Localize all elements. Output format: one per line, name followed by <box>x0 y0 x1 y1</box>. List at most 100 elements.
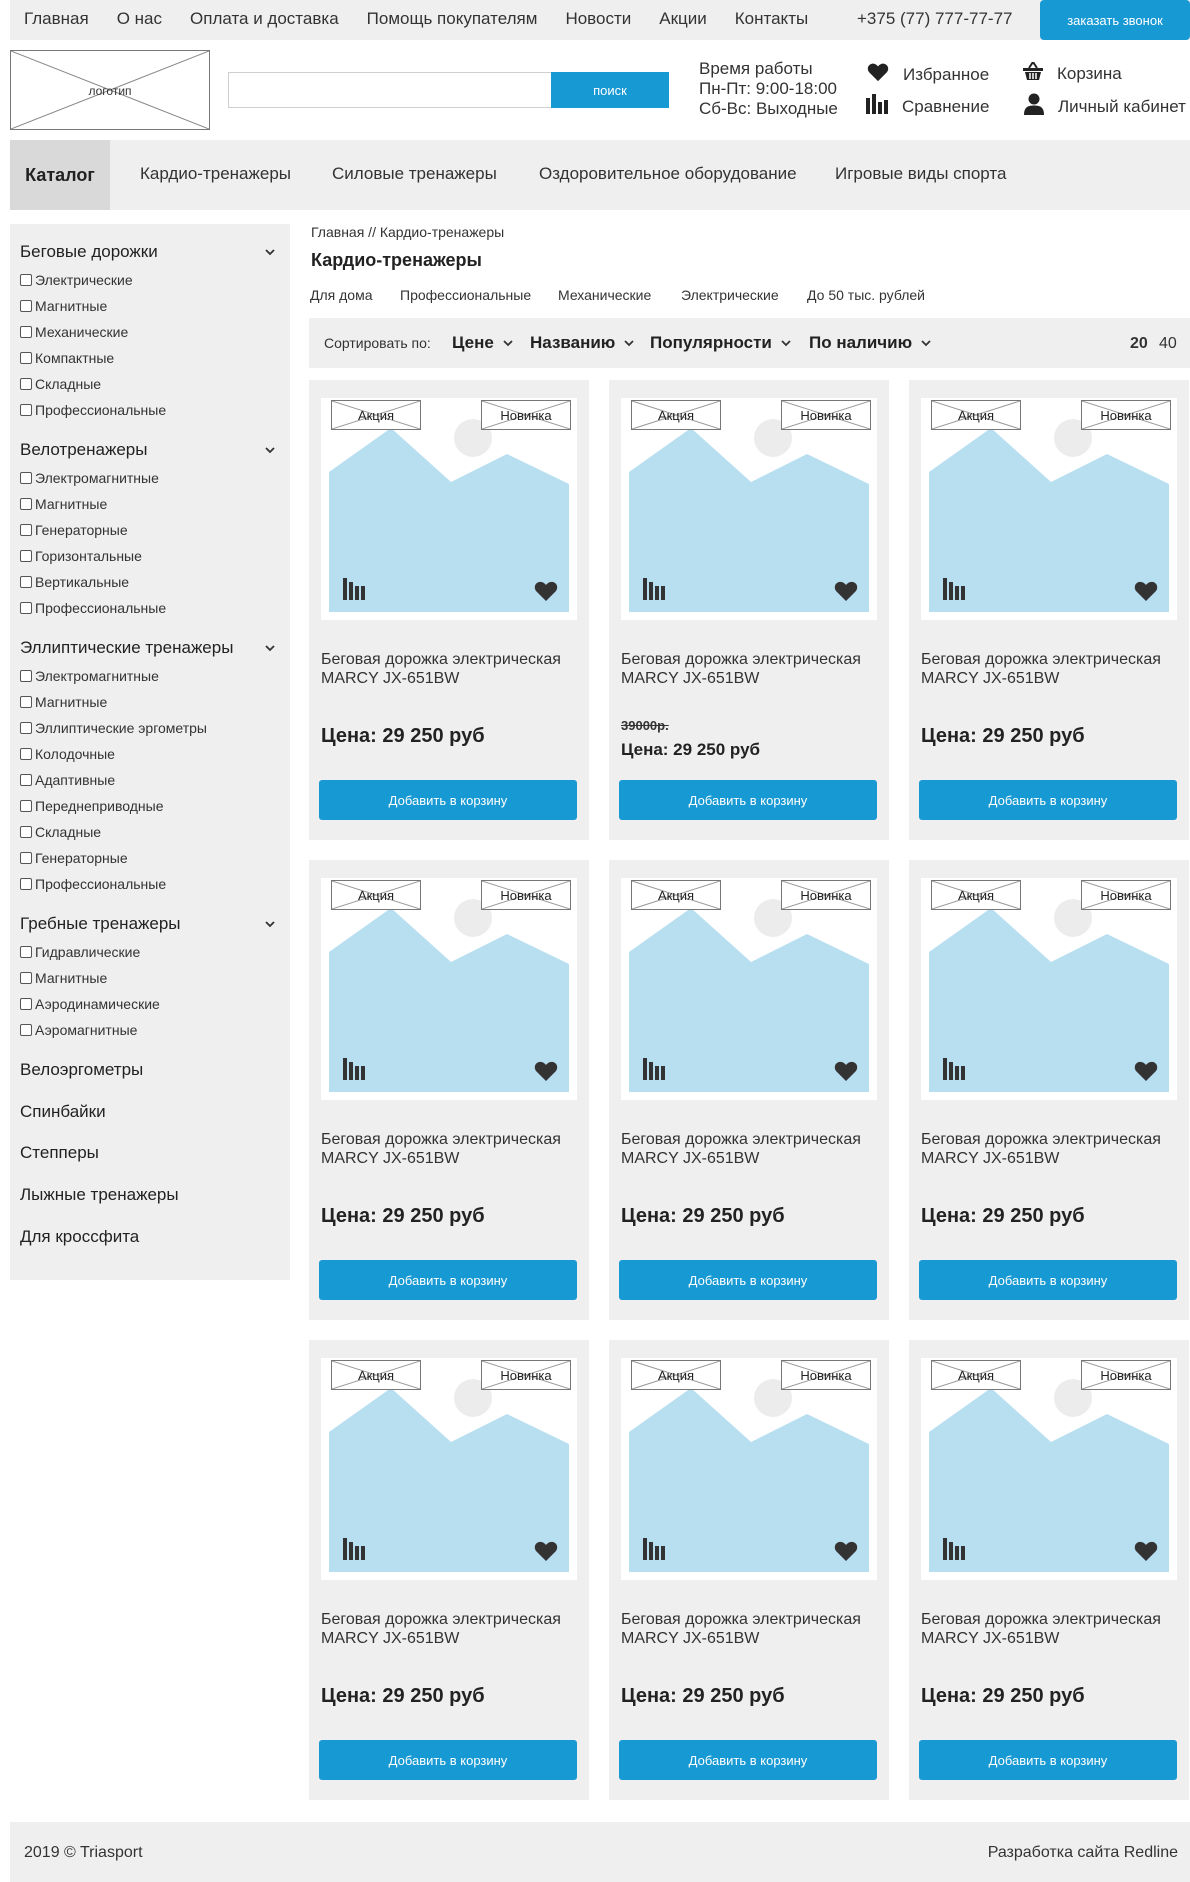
filter-option[interactable]: Магнитные <box>20 298 107 314</box>
heart-icon[interactable] <box>533 1060 559 1082</box>
top-nav-about[interactable]: О нас <box>117 9 162 29</box>
compare-icon[interactable] <box>943 576 965 600</box>
heart-icon[interactable] <box>1133 1060 1159 1082</box>
product-card[interactable]: Акция Новинка Беговая дорожка электрическа… <box>609 1340 889 1800</box>
breadcrumb[interactable]: Главная // Кардио-тренажеры <box>311 224 504 240</box>
search-button[interactable]: поиск <box>551 72 669 108</box>
filter-option[interactable]: Складные <box>20 824 101 840</box>
filter-option[interactable]: Компактные <box>20 350 114 366</box>
checkbox[interactable] <box>20 300 32 312</box>
subcategory-budget[interactable]: До 50 тыс. рублей <box>807 287 925 303</box>
heart-icon[interactable] <box>833 1060 859 1082</box>
top-nav-sales[interactable]: Акции <box>659 9 707 29</box>
catalog-nav-strength[interactable]: Силовые тренажеры <box>332 164 497 184</box>
sidebar-item-crossfit[interactable]: Для кроссфита <box>20 1227 139 1247</box>
checkbox[interactable] <box>20 670 32 682</box>
chevron-down-icon[interactable] <box>264 246 276 258</box>
filter-option[interactable]: Магнитные <box>20 694 107 710</box>
compare-icon[interactable] <box>343 1536 365 1560</box>
checkbox[interactable] <box>20 826 32 838</box>
filter-option[interactable]: Профессиональные <box>20 876 166 892</box>
top-nav-help[interactable]: Помощь покупателям <box>367 9 538 29</box>
heart-icon[interactable] <box>833 580 859 602</box>
product-card[interactable]: Акция Новинка Беговая дорожка электрическа… <box>909 860 1189 1320</box>
checkbox[interactable] <box>20 998 32 1010</box>
catalog-nav-cardio[interactable]: Кардио-тренажеры <box>140 164 291 184</box>
add-to-cart-button[interactable]: Добавить в корзину <box>919 1740 1177 1780</box>
checkbox[interactable] <box>20 472 32 484</box>
sidebar-item-ski[interactable]: Лыжные тренажеры <box>20 1185 179 1205</box>
checkbox[interactable] <box>20 352 32 364</box>
checkbox[interactable] <box>20 852 32 864</box>
product-image[interactable]: Акция Новинка <box>921 878 1177 1100</box>
checkbox[interactable] <box>20 498 32 510</box>
sidebar-item-ergometers[interactable]: Велоэргометры <box>20 1060 143 1080</box>
filter-option[interactable]: Эллиптические эргометры <box>20 720 207 736</box>
product-image[interactable]: Акция Новинка <box>621 878 877 1100</box>
top-nav-contacts[interactable]: Контакты <box>735 9 808 29</box>
product-image[interactable]: Акция Новинка <box>921 398 1177 620</box>
heart-icon[interactable] <box>533 1540 559 1562</box>
product-title[interactable]: Беговая дорожка электрическая MARCY JX-6… <box>921 1130 1177 1168</box>
add-to-cart-button[interactable]: Добавить в корзину <box>319 1740 577 1780</box>
add-to-cart-button[interactable]: Добавить в корзину <box>619 1740 877 1780</box>
filter-option[interactable]: Генераторные <box>20 850 128 866</box>
compare-icon[interactable] <box>943 1536 965 1560</box>
sidebar-group-bikes[interactable]: Велотренажеры <box>20 440 147 460</box>
sidebar-item-steppers[interactable]: Степперы <box>20 1143 99 1163</box>
product-card[interactable]: Акция Новинка Беговая дорожка электрическа… <box>309 380 589 840</box>
compare-icon[interactable] <box>643 1056 665 1080</box>
product-title[interactable]: Беговая дорожка электрическая MARCY JX-6… <box>621 650 877 688</box>
compare-icon[interactable] <box>643 576 665 600</box>
checkbox[interactable] <box>20 274 32 286</box>
checkbox[interactable] <box>20 800 32 812</box>
subcategory-mechanical[interactable]: Механические <box>558 287 651 303</box>
product-image[interactable]: Акция Новинка <box>321 398 577 620</box>
add-to-cart-button[interactable]: Добавить в корзину <box>919 780 1177 820</box>
search-input[interactable] <box>228 72 552 108</box>
top-nav-home[interactable]: Главная <box>24 9 89 29</box>
checkbox[interactable] <box>20 550 32 562</box>
filter-option[interactable]: Аэродинамические <box>20 996 160 1012</box>
sort-by-popularity[interactable]: Популярности <box>650 333 792 353</box>
product-title[interactable]: Беговая дорожка электрическая MARCY JX-6… <box>621 1610 877 1648</box>
heart-icon[interactable] <box>533 580 559 602</box>
logo[interactable]: логотип <box>10 50 210 130</box>
catalog-button[interactable]: Каталог <box>10 140 110 210</box>
add-to-cart-button[interactable]: Добавить в корзину <box>619 780 877 820</box>
sidebar-group-ellipticals[interactable]: Эллиптические тренажеры <box>20 638 233 658</box>
compare-link[interactable]: Сравнение <box>866 94 989 119</box>
filter-option[interactable]: Электрические <box>20 272 133 288</box>
checkbox[interactable] <box>20 722 32 734</box>
product-title[interactable]: Беговая дорожка электрическая MARCY JX-6… <box>321 1130 577 1168</box>
sidebar-item-spinbikes[interactable]: Спинбайки <box>20 1102 106 1122</box>
chevron-down-icon[interactable] <box>264 642 276 654</box>
checkbox[interactable] <box>20 878 32 890</box>
subcategory-home[interactable]: Для дома <box>310 287 373 303</box>
product-card[interactable]: Акция Новинка Беговая дорожка электрическа… <box>309 1340 589 1800</box>
filter-option[interactable]: Колодочные <box>20 746 115 762</box>
filter-option[interactable]: Механические <box>20 324 128 340</box>
compare-icon[interactable] <box>343 1056 365 1080</box>
sort-by-price[interactable]: Цене <box>452 333 514 353</box>
product-title[interactable]: Беговая дорожка электрическая MARCY JX-6… <box>321 650 577 688</box>
add-to-cart-button[interactable]: Добавить в корзину <box>919 1260 1177 1300</box>
call-back-button[interactable]: заказать звонок <box>1040 0 1190 40</box>
checkbox[interactable] <box>20 524 32 536</box>
compare-icon[interactable] <box>343 576 365 600</box>
per-page-40[interactable]: 40 <box>1159 335 1177 353</box>
product-card[interactable]: Акция Новинка Беговая дорожка электрическа… <box>609 380 889 840</box>
product-card[interactable]: Акция Новинка Беговая дорожка электрическа… <box>909 1340 1189 1800</box>
sidebar-group-treadmills[interactable]: Беговые дорожки <box>20 242 158 262</box>
account-link[interactable]: Личный кабинет <box>1024 93 1186 120</box>
filter-option[interactable]: Генераторные <box>20 522 128 538</box>
checkbox[interactable] <box>20 972 32 984</box>
filter-option[interactable]: Складные <box>20 376 101 392</box>
favorites-link[interactable]: Избранное <box>867 62 989 87</box>
sort-by-name[interactable]: Названию <box>530 333 635 353</box>
product-title[interactable]: Беговая дорожка электрическая MARCY JX-6… <box>321 1610 577 1648</box>
filter-option[interactable]: Профессиональные <box>20 600 166 616</box>
compare-icon[interactable] <box>643 1536 665 1560</box>
per-page-20[interactable]: 20 <box>1130 335 1148 353</box>
top-nav-news[interactable]: Новости <box>565 9 631 29</box>
